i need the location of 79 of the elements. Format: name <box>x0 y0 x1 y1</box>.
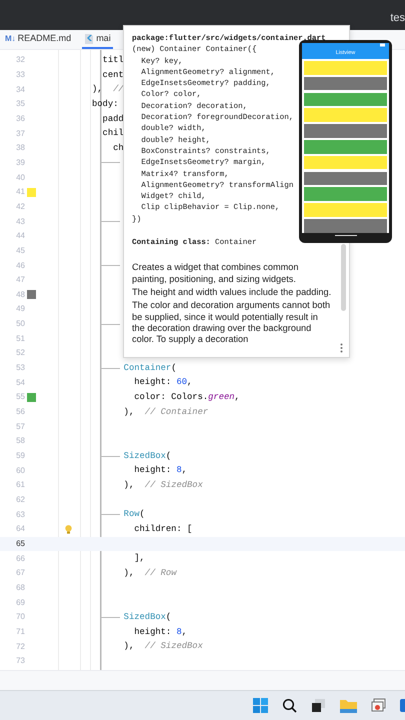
line-number: 64 <box>15 523 25 536</box>
line-number: 58 <box>15 435 25 448</box>
code-line: ), // SizedBox <box>124 480 203 490</box>
line-number: 50 <box>15 318 25 330</box>
line-number: 52 <box>15 347 25 360</box>
line-number: 62 <box>15 494 25 506</box>
folder-icon[interactable] <box>340 698 357 713</box>
line-number: 61 <box>15 479 25 492</box>
line-number: 43 <box>15 216 25 228</box>
code-line: color: Colors.green, <box>134 393 240 402</box>
line-number: 37 <box>15 128 25 140</box>
line-number: 55 <box>15 391 25 404</box>
line-number: 46 <box>15 260 25 272</box>
line-number: 67 <box>15 567 25 580</box>
line-number: 40 <box>15 172 25 184</box>
code-line: cent <box>102 70 124 80</box>
task-view-icon[interactable] <box>311 698 326 713</box>
code-line: Container( <box>124 364 176 372</box>
line-number: 68 <box>15 582 25 594</box>
code-line: Row( <box>124 510 145 520</box>
line-number: 32 <box>15 54 25 66</box>
editor-tab[interactable]: M↓ README.md <box>3 30 74 49</box>
description-text: The color and decoration arguments cannot both be supplied, since it would potentially result in the decoration drawing over the background color. To supply a decoration <box>132 300 332 346</box>
description-text: The height and width values include the padding. <box>132 286 332 298</box>
more-icon[interactable] <box>340 343 343 353</box>
line-number: 70 <box>15 611 25 624</box>
line-number: 39 <box>15 156 25 169</box>
line-number: 45 <box>15 244 25 257</box>
line-number: 63 <box>15 508 25 521</box>
line-number: 59 <box>15 450 25 462</box>
window-title: tes <box>390 13 405 24</box>
line-number: 69 <box>15 596 25 609</box>
line-number: 33 <box>15 68 25 81</box>
search-icon[interactable] <box>282 698 297 713</box>
code-line: ), // SizedBox <box>124 642 203 651</box>
line-number: 42 <box>15 200 25 213</box>
code-line: height: 60, <box>134 378 192 388</box>
line-number: 57 <box>15 420 25 433</box>
code-line: height: 8, <box>134 466 188 476</box>
code-line: body: <box>92 100 118 109</box>
line-number: 38 <box>15 142 25 154</box>
windows-icon[interactable] <box>253 698 268 713</box>
line-number: 51 <box>15 332 25 345</box>
code-line: SizedBox( <box>124 612 172 622</box>
code-line: ), // Row <box>124 568 176 578</box>
window-stack-icon[interactable] <box>371 698 386 713</box>
lightbulb-icon[interactable] <box>65 524 72 534</box>
code-line: ch <box>113 144 124 153</box>
code-line: titl <box>102 56 124 65</box>
code-line: children: [ <box>134 524 192 534</box>
line-number: 65 <box>15 538 25 550</box>
line-number: 44 <box>15 230 25 242</box>
line-number: 35 <box>15 98 25 110</box>
file-icon <box>84 34 94 44</box>
code-line: ), // Container <box>124 408 208 416</box>
line-number: 49 <box>15 303 25 316</box>
line-number: 66 <box>15 552 25 565</box>
code-line: height: 8, <box>134 628 188 636</box>
line-number: 56 <box>15 406 25 418</box>
line-number: 60 <box>15 464 25 477</box>
line-number: 53 <box>15 362 25 374</box>
code-line: ], <box>134 554 145 564</box>
code-line: padd <box>102 114 124 124</box>
scrollbar[interactable] <box>341 244 346 311</box>
markdown-icon: M↓ <box>5 32 16 44</box>
line-number: 73 <box>15 655 25 668</box>
line-number: 54 <box>15 376 25 389</box>
line-number: 71 <box>15 626 25 638</box>
line-number: 48 <box>15 288 25 301</box>
line-number: 72 <box>15 640 25 653</box>
line-number: 41 <box>15 186 25 198</box>
app-icon[interactable] <box>400 698 405 713</box>
code-line: chil <box>102 129 124 138</box>
home-indicator[interactable] <box>334 234 356 236</box>
line-number: 36 <box>15 112 25 125</box>
description-text: Creates a widget that combines common painting, positioning, and sizing widgets. <box>132 262 300 285</box>
line-number: 34 <box>15 84 25 96</box>
code-line: SizedBox( <box>124 452 172 460</box>
line-number: 47 <box>15 274 25 286</box>
